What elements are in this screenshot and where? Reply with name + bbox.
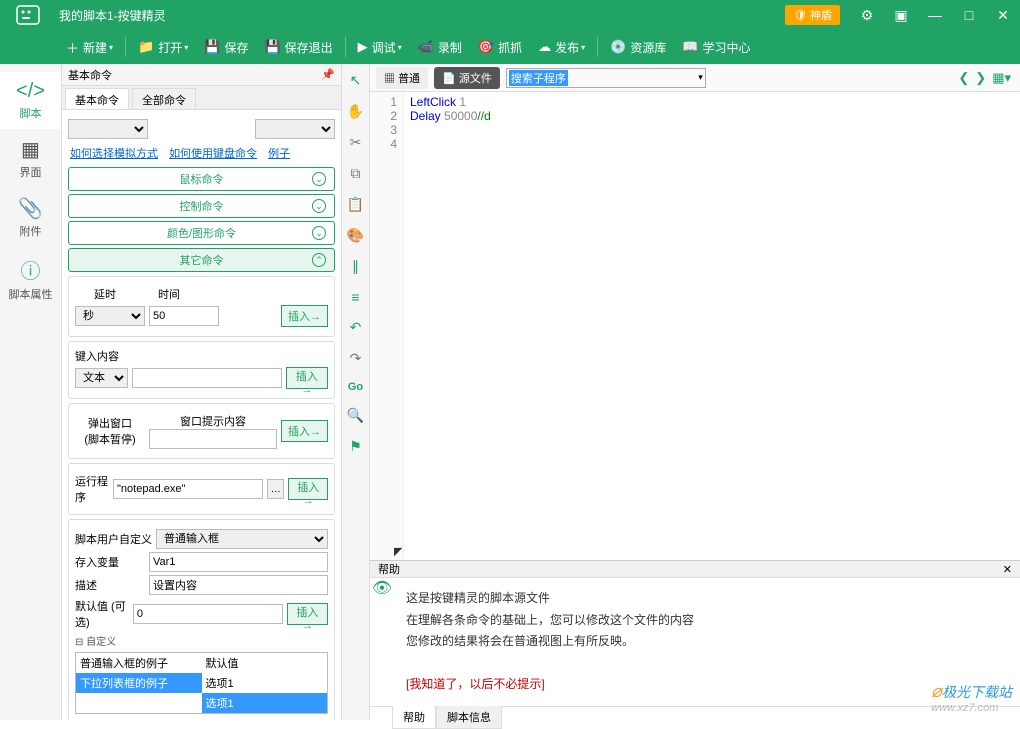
help-body: 这是按键精灵的脚本源文件 在理解各条命令的基础上，您可以修改这个文件的内容 您修…	[394, 578, 1020, 706]
vtool-bookmark[interactable]: ⚑	[349, 438, 362, 455]
cat-color[interactable]: 颜色/图形命令⌄	[68, 221, 335, 245]
help-tab[interactable]: 帮助	[392, 706, 436, 729]
help-close-icon[interactable]: ✕	[1003, 563, 1012, 576]
insert-run[interactable]: 插入→	[288, 478, 328, 500]
vtool-cursor[interactable]: ↖	[350, 72, 362, 89]
var-name[interactable]	[149, 552, 328, 572]
vtool-paste[interactable]: 📋	[347, 196, 364, 213]
shield-badge[interactable]: 🛡 神盾	[785, 5, 840, 25]
browse-button[interactable]: …	[267, 479, 284, 499]
restore-icon[interactable]: ▣	[884, 7, 918, 24]
link-sim[interactable]: 如何选择模拟方式	[70, 148, 158, 160]
close-icon[interactable]: ✕	[986, 7, 1020, 24]
help-title: 帮助	[378, 561, 400, 577]
maximize-icon[interactable]: □	[952, 7, 986, 23]
cat-other[interactable]: 其它命令⌃	[68, 248, 335, 272]
nav-ui[interactable]: ▦界面	[0, 129, 61, 188]
popup-content[interactable]	[149, 429, 277, 449]
input-text[interactable]	[132, 368, 282, 388]
panel-collapse-icon[interactable]: ◤	[394, 545, 402, 558]
nav-attach[interactable]: 📎附件	[0, 188, 61, 247]
record-button[interactable]: 📹录制	[412, 34, 468, 60]
custom-list[interactable]: 普通输入框的例子默认值 下拉列表框的例子选项1 选项1	[75, 652, 328, 714]
prev-icon[interactable]: ❮	[958, 70, 969, 86]
time-input[interactable]	[149, 306, 219, 326]
settings-icon[interactable]: ⚙	[850, 7, 884, 24]
nav-props[interactable]: ⓘ脚本属性	[0, 247, 61, 310]
link-kbd[interactable]: 如何使用键盘命令	[169, 148, 257, 160]
vtool-copy[interactable]: ⧉	[351, 165, 361, 182]
window-title: 我的脚本1-按键精灵	[55, 7, 785, 24]
code-area[interactable]: LeftClick 1 Delay 50000//d	[404, 92, 497, 560]
debug-button[interactable]: ▶调试▾	[352, 34, 408, 60]
save-button[interactable]: 💾保存	[198, 34, 254, 60]
sel1[interactable]	[68, 119, 148, 139]
nav-script[interactable]: </>脚本	[0, 72, 61, 129]
insert-var[interactable]: 插入→	[287, 603, 328, 625]
vtool-cut[interactable]: ✂	[350, 134, 362, 151]
vtool-undo[interactable]: ↶	[350, 319, 362, 336]
panel-title: 基本命令📌	[62, 64, 341, 86]
layout-icon[interactable]: ▦▾	[992, 70, 1011, 86]
insert-text[interactable]: 插入→	[286, 367, 328, 389]
app-icon	[0, 4, 55, 26]
vtool-palette[interactable]: 🎨	[347, 227, 364, 244]
mode-source[interactable]: 📄 源文件	[434, 67, 500, 89]
publish-button[interactable]: ☁发布▾	[532, 34, 591, 60]
tab-basic[interactable]: 基本命令	[65, 88, 129, 109]
open-button[interactable]: 📁打开▾	[132, 34, 194, 60]
search-combo[interactable]: 搜索子程序 ▾	[506, 68, 706, 88]
saveexit-button[interactable]: 💾保存退出	[258, 34, 338, 60]
delay-unit[interactable]: 秒	[75, 306, 145, 326]
vtool-uncomment[interactable]: ≡	[351, 289, 359, 305]
vtool-comment[interactable]: ∥	[352, 258, 359, 275]
tab-all[interactable]: 全部命令	[132, 88, 196, 109]
vtool-redo[interactable]: ↷	[350, 350, 362, 367]
link-ex[interactable]: 例子	[268, 148, 290, 160]
eye-icon: 👁	[370, 578, 394, 706]
input-type[interactable]: 文本	[75, 368, 128, 388]
var-default[interactable]	[133, 604, 283, 624]
scriptinfo-tab[interactable]: 脚本信息	[436, 706, 502, 729]
next-icon[interactable]: ❯	[975, 70, 986, 86]
study-button[interactable]: 📖学习中心	[676, 34, 756, 60]
new-button[interactable]: ＋新建▾	[60, 34, 119, 60]
var-desc[interactable]	[149, 575, 328, 595]
cat-mouse[interactable]: 鼠标命令⌄	[68, 167, 335, 191]
grab-button[interactable]: 🎯抓抓	[472, 34, 528, 60]
userdef-type[interactable]: 普通输入框	[156, 529, 328, 549]
run-path[interactable]	[113, 479, 263, 499]
sel2[interactable]	[255, 119, 335, 139]
minimize-icon[interactable]: —	[918, 7, 952, 23]
vtool-go[interactable]: Go	[348, 381, 363, 393]
insert-delay[interactable]: 插入→	[281, 305, 328, 327]
dismiss-link[interactable]: [我知道了，以后不必提示]	[406, 674, 1008, 696]
gutter: 1234	[370, 92, 404, 560]
vtool-find[interactable]: 🔍	[347, 407, 364, 424]
watermark: ⌀极光下载站 www.xz7.com	[931, 681, 1012, 714]
cat-ctrl[interactable]: 控制命令⌄	[68, 194, 335, 218]
pin-icon[interactable]: 📌	[321, 68, 335, 81]
vtool-hand[interactable]: ✋	[347, 103, 364, 120]
insert-popup[interactable]: 插入→	[281, 420, 328, 442]
reslib-button[interactable]: 💿资源库	[604, 34, 672, 60]
mode-normal[interactable]: ▦ 普通	[376, 67, 428, 89]
